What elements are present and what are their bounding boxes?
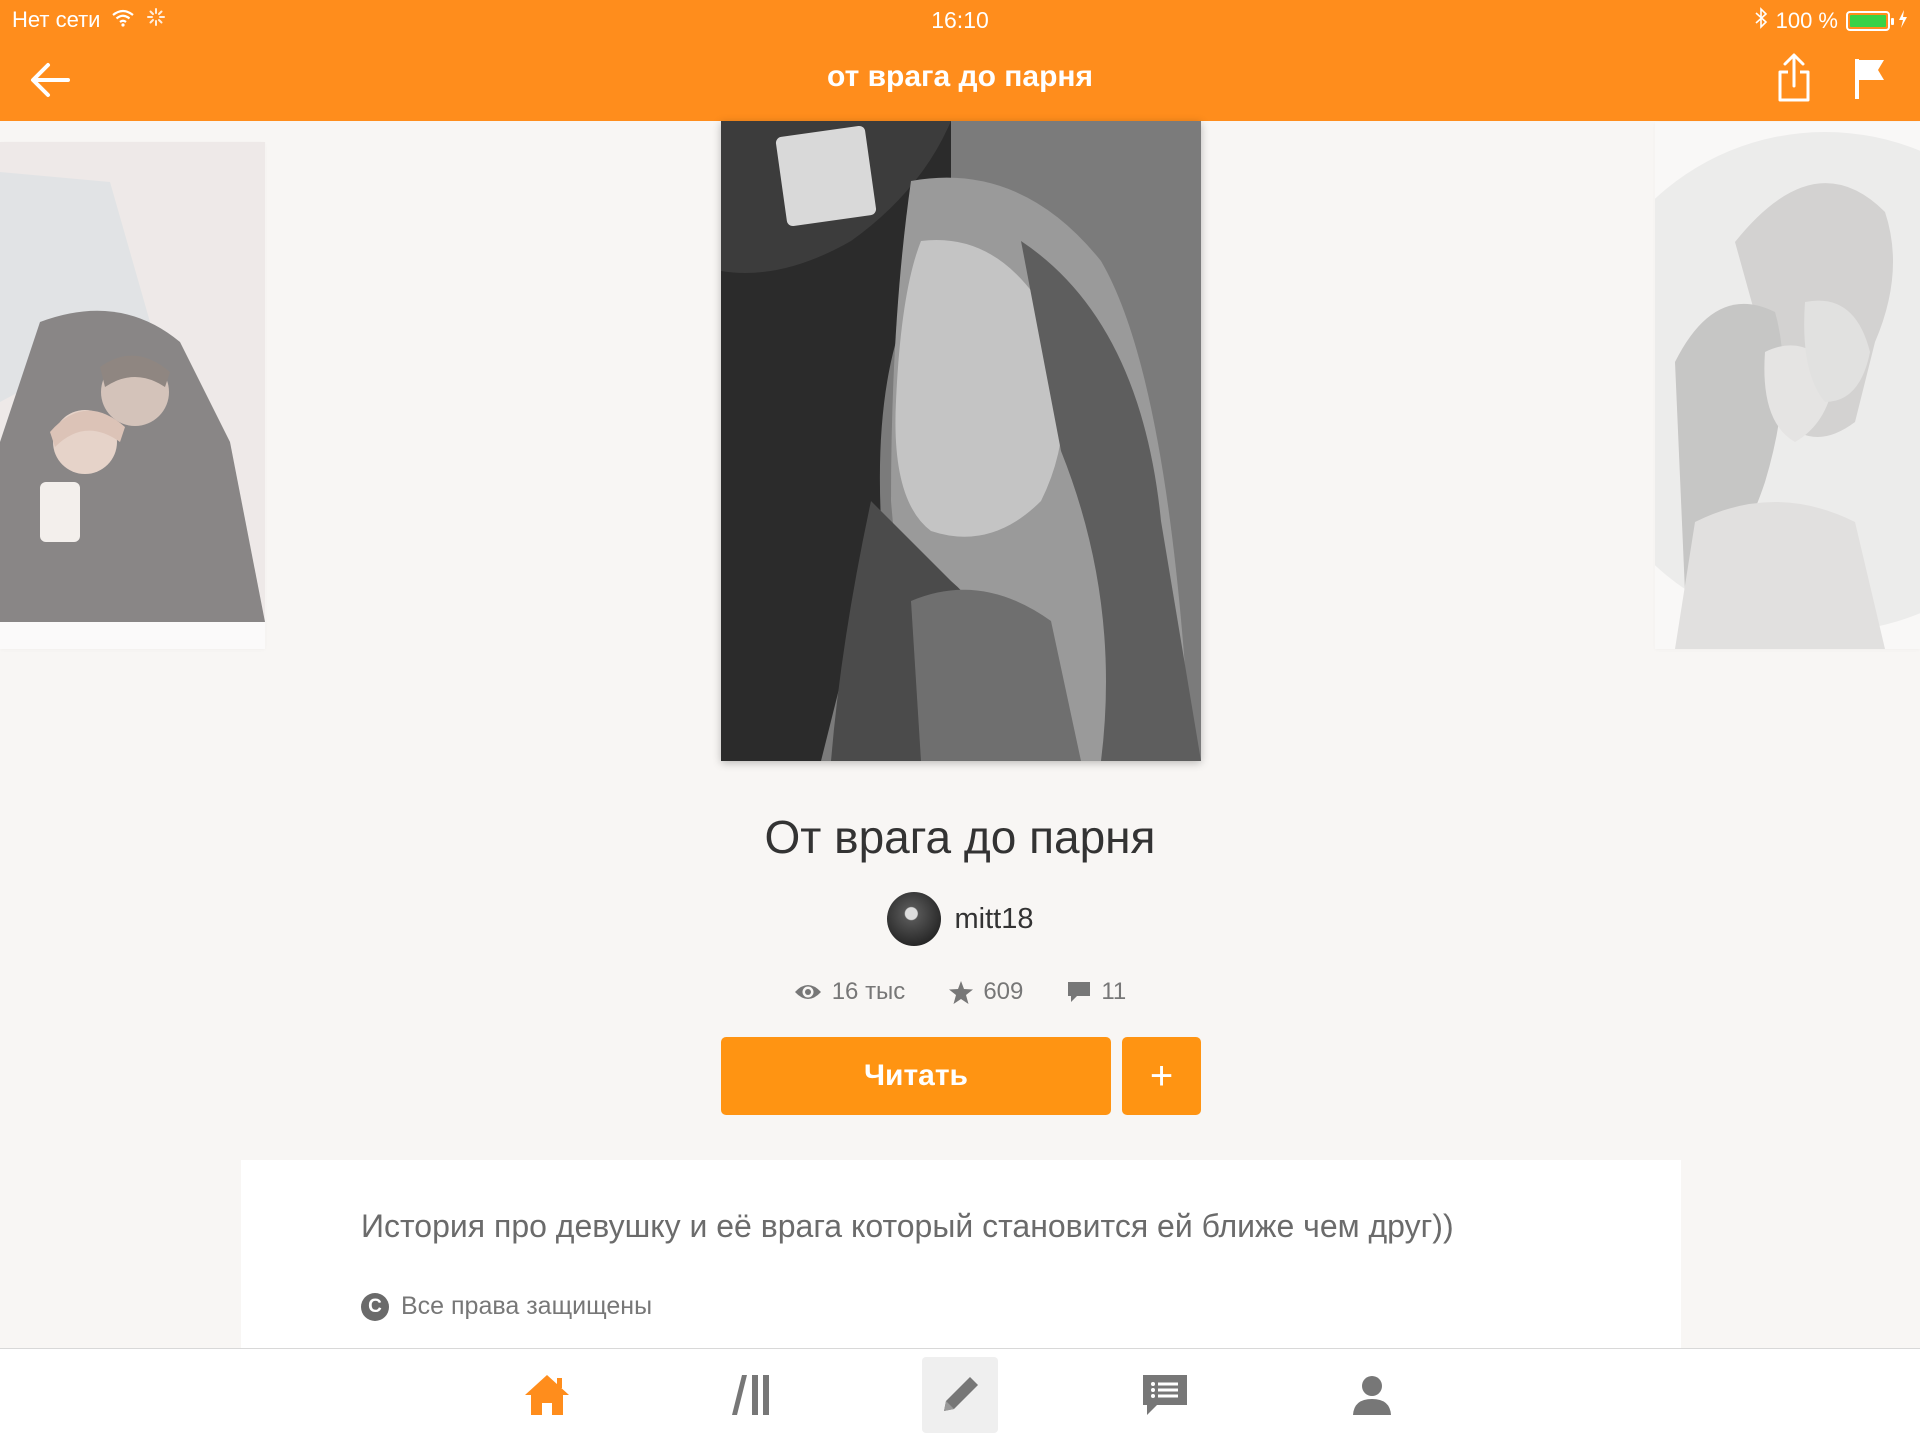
votes-stat: 609 xyxy=(949,978,1023,1006)
status-right: 100 % xyxy=(1754,7,1908,35)
share-icon xyxy=(1778,53,1810,102)
avatar xyxy=(886,892,941,946)
description-card: История про девушку и её врага который с… xyxy=(241,1160,1681,1350)
status-time: 16:10 xyxy=(931,7,989,33)
views-stat: 16 тыс xyxy=(794,978,906,1006)
cover-image xyxy=(721,121,1201,761)
tab-home[interactable] xyxy=(509,1357,585,1433)
eye-icon xyxy=(794,985,821,999)
story-cover[interactable] xyxy=(721,121,1201,761)
nav-title: от врага до парня xyxy=(826,60,1094,93)
previous-story-cover[interactable] xyxy=(0,142,265,649)
votes-count: 609 xyxy=(983,978,1024,1005)
comments-count: 11 xyxy=(1101,978,1127,1005)
tab-profile[interactable] xyxy=(1334,1357,1410,1433)
copyright-icon: C xyxy=(361,1292,389,1321)
battery-fill xyxy=(1850,15,1886,27)
battery-icon xyxy=(1846,11,1894,31)
cover-image xyxy=(0,142,265,649)
comment-icon xyxy=(1068,982,1091,1002)
bluetooth-icon xyxy=(1754,7,1768,35)
copyright-label: Все права защищены xyxy=(401,1292,653,1320)
battery-percent: 100 % xyxy=(1775,8,1838,33)
read-button[interactable]: Читать xyxy=(721,1037,1111,1115)
home-icon xyxy=(525,1375,569,1415)
share-button[interactable] xyxy=(1774,52,1814,104)
copyright-notice: C Все права защищены xyxy=(361,1292,652,1321)
library-icon xyxy=(732,1375,769,1415)
story-description: История про девушку и её врага который с… xyxy=(361,1208,1454,1244)
charging-icon xyxy=(1898,8,1908,34)
next-story-cover[interactable] xyxy=(1655,122,1920,649)
comments-stat: 11 xyxy=(1067,978,1126,1006)
tab-bar xyxy=(0,1348,1920,1440)
add-to-library-button[interactable]: + xyxy=(1122,1037,1201,1115)
tab-library[interactable] xyxy=(716,1357,792,1433)
star-icon xyxy=(949,980,974,1004)
tab-messages[interactable] xyxy=(1127,1357,1203,1433)
flag-icon xyxy=(1855,59,1884,99)
tab-write[interactable] xyxy=(922,1357,998,1433)
author-name: mitt18 xyxy=(954,902,1034,935)
author-link[interactable]: mitt18 xyxy=(0,892,1920,946)
views-count: 16 тыс xyxy=(831,978,906,1005)
story-stats: 16 тыс 609 11 xyxy=(0,978,1920,1006)
message-icon xyxy=(1143,1375,1187,1415)
report-button[interactable] xyxy=(1852,56,1888,102)
cover-image xyxy=(1655,122,1920,649)
user-icon xyxy=(1353,1376,1391,1415)
pencil-icon xyxy=(944,1377,978,1411)
status-bar: Нет сети 16:10 100 % xyxy=(0,0,1920,40)
app-header: Нет сети 16:10 100 % от врага до парня xyxy=(0,0,1920,121)
story-title: От врага до парня xyxy=(764,811,1156,863)
